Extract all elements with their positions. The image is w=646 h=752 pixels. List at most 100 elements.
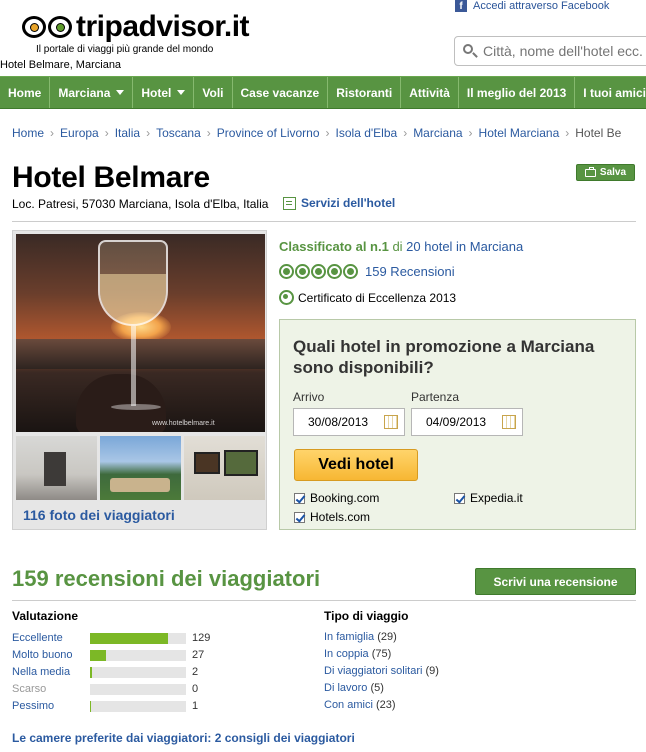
rating-bubble-icon <box>311 264 326 279</box>
rating-bubble-icon <box>327 264 342 279</box>
nav-item-ristoranti[interactable]: Ristoranti <box>328 77 402 108</box>
photo-thumbnail[interactable] <box>184 436 265 500</box>
breadcrumb-separator: › <box>104 126 109 140</box>
photos-link[interactable]: 116 foto dei viaggiatori <box>23 507 175 523</box>
nav-item-voli[interactable]: Voli <box>194 77 233 108</box>
provider-checkbox-expedia[interactable]: Expedia.it <box>454 491 523 505</box>
nav-item-attivita[interactable]: Attività <box>401 77 459 108</box>
rating-label: Scarso <box>12 683 47 695</box>
hotel-deals-box: Quali hotel in promozione a Marciana son… <box>279 319 636 530</box>
search-input[interactable] <box>483 43 646 59</box>
logo-wordmark: tripadvisor <box>76 10 224 43</box>
reviews-count-link[interactable]: 159 Recensioni <box>365 264 455 279</box>
favorite-rooms-link[interactable]: Le camere preferite dai viaggiatori: 2 c… <box>12 731 355 745</box>
arrival-date-field[interactable]: 30/08/2013 <box>293 408 405 436</box>
briefcase-icon <box>584 166 596 177</box>
nav-item-amici[interactable]: I tuoi amici <box>575 77 646 108</box>
rating-bar <box>90 666 186 678</box>
rating-row[interactable]: Molto buono 27 <box>12 647 204 663</box>
breadcrumb-item[interactable]: Toscana <box>156 126 201 140</box>
trip-type-label: In coppia <box>324 648 369 660</box>
trip-type-filter[interactable]: In famiglia (29) <box>324 631 397 643</box>
nav-item-label: Case vacanze <box>240 85 320 100</box>
save-button[interactable]: Salva <box>576 164 635 181</box>
ranking-count-link[interactable]: 20 hotel in Marciana <box>406 239 523 254</box>
photo-thumbnails <box>16 436 265 500</box>
main-hotel-photo[interactable]: www.hotelbelmare.it <box>16 234 265 432</box>
certificate-label: Certificato di Eccellenza 2013 <box>298 290 457 305</box>
breadcrumb-separator: › <box>565 126 570 140</box>
document-icon <box>283 196 296 210</box>
rating-bar <box>90 632 186 644</box>
arrival-label: Arrivo <box>293 390 325 404</box>
rating-header: Valutazione <box>12 609 79 623</box>
provider-label: Expedia.it <box>470 491 523 505</box>
caret-down-icon <box>177 90 186 95</box>
provider-checkbox-booking[interactable]: Booking.com <box>294 491 379 505</box>
nav-item-home[interactable]: Home <box>0 77 51 108</box>
view-hotels-button[interactable]: Vedi hotel <box>294 449 418 481</box>
breadcrumb-item[interactable]: Marciana <box>413 126 462 140</box>
breadcrumb-item[interactable]: Home <box>12 126 44 140</box>
rating-row[interactable]: Pessimo 1 <box>12 698 198 714</box>
main-nav: Home Marciana Hotel Voli Case vacanze Ri… <box>0 76 646 109</box>
nav-item-marciana[interactable]: Marciana <box>50 77 134 108</box>
rating-row[interactable]: Nella media 2 <box>12 664 198 680</box>
provider-label: Hotels.com <box>310 510 371 524</box>
ranking-text: Classificato al n.1 di 20 hotel in Marci… <box>279 239 523 254</box>
nav-item-hotel[interactable]: Hotel <box>133 77 195 108</box>
trip-type-filter[interactable]: Con amici (23) <box>324 699 396 711</box>
trip-type-label: Di viaggiatori solitari <box>324 665 423 677</box>
breadcrumb-item[interactable]: Italia <box>115 126 140 140</box>
photo-thumbnail[interactable] <box>16 436 97 500</box>
nav-item-label: I tuoi amici <box>583 85 646 100</box>
breadcrumb-separator: › <box>50 126 55 140</box>
provider-checkbox-hotels[interactable]: Hotels.com <box>294 510 370 524</box>
nav-item-meglio-2013[interactable]: Il meglio del 2013 <box>459 77 576 108</box>
rating-row[interactable]: Eccellente 129 <box>12 630 210 646</box>
facebook-login-link[interactable]: f Accedi attraverso Facebook <box>455 0 609 12</box>
rating-label[interactable]: Molto buono <box>12 649 90 661</box>
trip-type-filter[interactable]: In coppia (75) <box>324 648 391 660</box>
tripadvisor-logo[interactable]: tripadvisor.it <box>22 10 250 43</box>
checkbox-checked-icon <box>454 492 465 504</box>
nav-item-case-vacanze[interactable]: Case vacanze <box>233 77 329 108</box>
search-box[interactable] <box>454 36 646 66</box>
breadcrumb-item[interactable]: Isola d'Elba <box>336 126 398 140</box>
write-review-button[interactable]: Scrivi una recensione <box>475 568 636 595</box>
award-icon <box>279 290 294 305</box>
nav-item-label: Attività <box>409 85 450 100</box>
rating-bar <box>90 683 186 695</box>
save-button-label: Salva <box>599 167 627 178</box>
divider <box>12 221 636 222</box>
divider <box>12 600 636 601</box>
breadcrumb-item[interactable]: Hotel Marciana <box>479 126 560 140</box>
trip-type-count: (23) <box>375 699 396 711</box>
checkbox-checked-icon <box>294 511 305 523</box>
rating-count: 1 <box>192 700 199 712</box>
rating-bar-fill <box>90 666 92 678</box>
trip-type-count: (75) <box>371 648 392 660</box>
trip-type-filter[interactable]: Di viaggiatori solitari (9) <box>324 665 439 677</box>
photo-thumbnail[interactable] <box>100 436 181 500</box>
departure-date-field[interactable]: 04/09/2013 <box>411 408 523 436</box>
ranking-of: di <box>388 239 407 254</box>
photo-watermark: www.hotelbelmare.it <box>152 420 215 427</box>
breadcrumb-item[interactable]: Europa <box>60 126 99 140</box>
rating-label[interactable]: Nella media <box>12 666 90 678</box>
rating-label[interactable]: Eccellente <box>12 632 90 644</box>
breadcrumb-item[interactable]: Province of Livorno <box>217 126 320 140</box>
departure-date-value: 04/09/2013 <box>426 415 487 429</box>
rating-label[interactable]: Pessimo <box>12 700 90 712</box>
trip-type-filter[interactable]: Di lavoro (5) <box>324 682 384 694</box>
breadcrumb-separator: › <box>146 126 151 140</box>
rating-count: 0 <box>192 683 199 695</box>
trip-type-label: Di lavoro <box>324 682 368 694</box>
rating-bubble-icon <box>295 264 310 279</box>
hotel-services-link[interactable]: Servizi dell'hotel <box>283 196 395 210</box>
provider-label: Booking.com <box>310 491 380 505</box>
owl-logo-icon <box>22 15 74 39</box>
trip-type-header: Tipo di viaggio <box>324 609 409 623</box>
departure-label: Partenza <box>411 390 460 404</box>
location-label: Hotel Belmare, Marciana <box>0 59 122 71</box>
